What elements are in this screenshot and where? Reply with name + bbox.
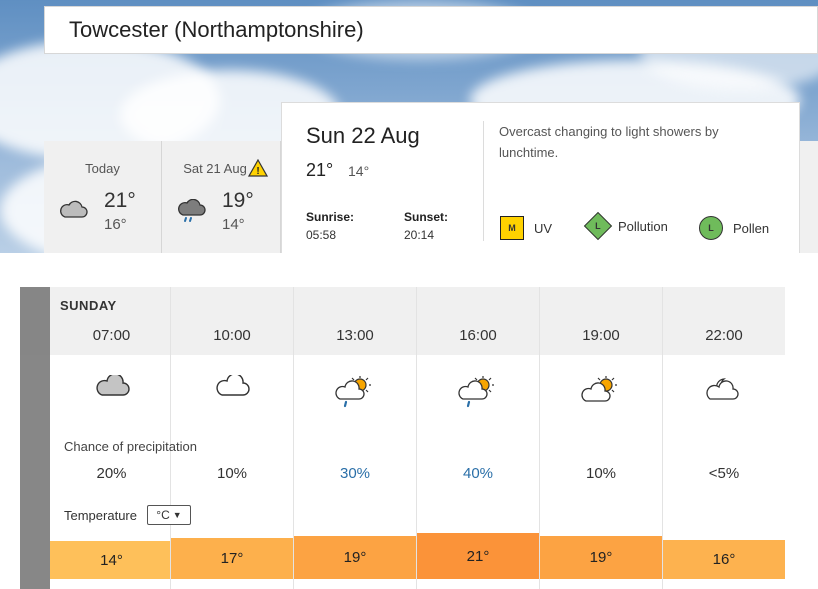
day-high: 21° xyxy=(104,189,136,212)
temperature-bar: 21° xyxy=(417,533,539,579)
day-card-today[interactable]: Today 21° 16° xyxy=(44,141,162,253)
temperature-title: Temperature °C ▼ xyxy=(64,505,191,525)
hour-time: 16:00 xyxy=(459,327,497,344)
pollen-badge: L xyxy=(699,216,723,240)
day-card-next[interactable] xyxy=(800,141,818,253)
hour-column[interactable]: 13:00 30% 19° xyxy=(293,287,416,589)
selected-day-card: Sun 22 Aug 21° 14° Sunrise: 05:58 Sunset… xyxy=(281,102,800,253)
hour-time: 19:00 xyxy=(582,327,620,344)
temperature-bar: 19° xyxy=(294,536,416,579)
day-high: 19° xyxy=(222,189,254,212)
uv-index[interactable]: M UV xyxy=(500,216,552,240)
hour-column[interactable]: 10:00 10% 17° xyxy=(170,287,293,589)
hourly-forecast: SUNDAY 07:00 20% 14° 10:00 10% 17° 13:00… xyxy=(20,287,785,589)
hour-column[interactable]: 16:00 40% 21° xyxy=(416,287,539,589)
sunrise-label: Sunrise: xyxy=(306,210,355,224)
selected-day-high: 21° xyxy=(306,160,334,180)
pollution-badge: L xyxy=(583,211,613,241)
precip-chance: 20% xyxy=(96,465,127,482)
sunset-label: Sunset: xyxy=(404,210,449,224)
day-low: 16° xyxy=(104,216,127,233)
unit-select[interactable]: °C ▼ xyxy=(146,505,191,525)
temperature-bar: 19° xyxy=(540,536,662,579)
precip-title: Chance of precipitation xyxy=(64,439,197,454)
moon-cloud-icon xyxy=(704,375,744,408)
hour-time: 22:00 xyxy=(705,327,743,344)
scroll-handle[interactable] xyxy=(20,287,50,589)
uv-label: UV xyxy=(534,220,553,236)
day-card-sat[interactable]: Sat 21 Aug ! 19° 14° xyxy=(162,141,281,253)
pollution-index[interactable]: L Pollution xyxy=(583,211,668,241)
divider xyxy=(483,121,484,241)
temperature-bar: 17° xyxy=(171,538,293,579)
hour-column[interactable]: 07:00 20% 14° xyxy=(50,287,173,589)
overcast-cloud-icon xyxy=(94,373,130,404)
hour-column[interactable]: 19:00 10% 19° xyxy=(539,287,662,589)
sun-cloud-icon xyxy=(580,375,622,410)
sun-cloud-rain-icon xyxy=(334,375,376,414)
pollen-index[interactable]: L Pollen xyxy=(699,216,769,240)
day-label: Today xyxy=(85,161,120,176)
selected-day-low: 14° xyxy=(348,163,370,179)
day-low: 14° xyxy=(222,216,245,233)
precip-chance: <5% xyxy=(708,465,740,482)
chevron-down-icon: ▼ xyxy=(172,510,182,520)
temperature-label: Temperature xyxy=(64,507,137,523)
precip-chance: 10% xyxy=(585,465,617,482)
pollen-label: Pollen xyxy=(733,220,770,236)
sunrise-time: 05:58 xyxy=(306,228,337,242)
temperature-bar: 16° xyxy=(663,540,785,579)
cloud-icon xyxy=(58,199,88,224)
hour-time: 10:00 xyxy=(213,327,251,344)
location-title: Towcester (Northamptonshire) xyxy=(44,6,818,54)
cloud-rain-icon xyxy=(176,198,206,230)
uv-badge: M xyxy=(500,216,524,240)
sun-cloud-rain-icon xyxy=(457,375,499,414)
cloud-icon xyxy=(214,373,250,404)
precip-chance: 10% xyxy=(216,465,248,482)
precip-chance: 30% xyxy=(339,465,371,482)
pollution-label: Pollution xyxy=(618,218,668,234)
unit-value: °C xyxy=(156,508,170,522)
svg-text:!: ! xyxy=(256,166,259,177)
hour-time: 07:00 xyxy=(92,327,131,344)
precip-chance: 40% xyxy=(462,465,494,482)
sunset-time: 20:14 xyxy=(404,228,435,242)
hour-column[interactable]: 22:00 <5% 16° xyxy=(662,287,785,589)
selected-day-title: Sun 22 Aug xyxy=(306,123,420,148)
warning-icon: ! xyxy=(247,158,269,182)
weather-summary: Overcast changing to light showers by lu… xyxy=(499,124,719,160)
temperature-bar: 14° xyxy=(50,541,173,579)
hour-time: 13:00 xyxy=(336,327,374,344)
